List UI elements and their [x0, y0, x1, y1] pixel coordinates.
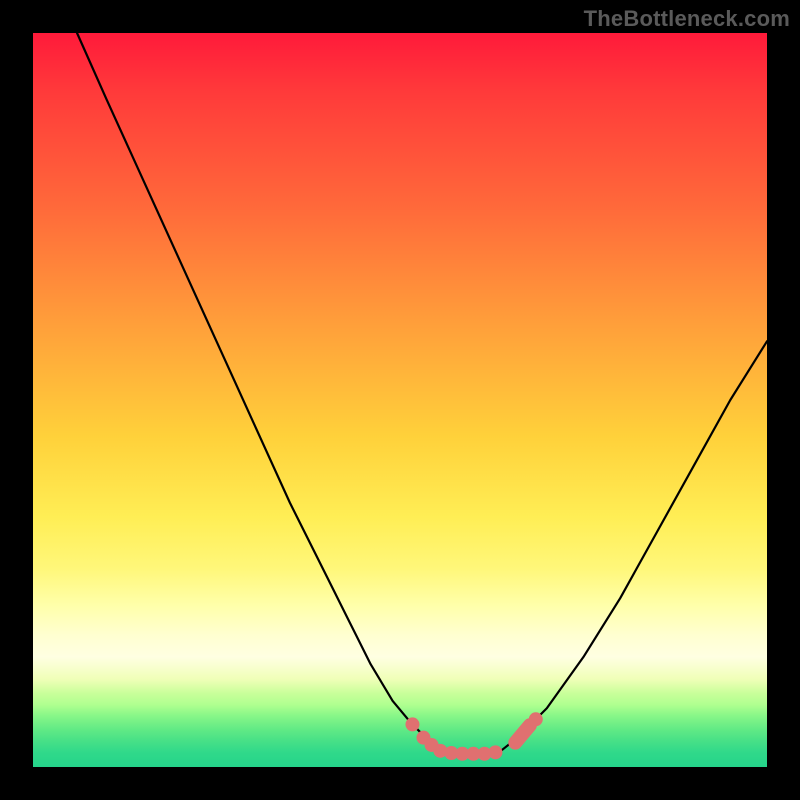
bottom-markers — [405, 712, 542, 761]
curve-left — [77, 33, 448, 752]
marker-dot — [405, 717, 419, 731]
curve-svg — [33, 33, 767, 767]
plot-area — [33, 33, 767, 767]
watermark-text: TheBottleneck.com — [584, 6, 790, 32]
curve-right — [499, 341, 767, 752]
chart-frame: TheBottleneck.com — [0, 0, 800, 800]
marker-dot — [488, 745, 502, 759]
marker-dot — [529, 712, 543, 726]
